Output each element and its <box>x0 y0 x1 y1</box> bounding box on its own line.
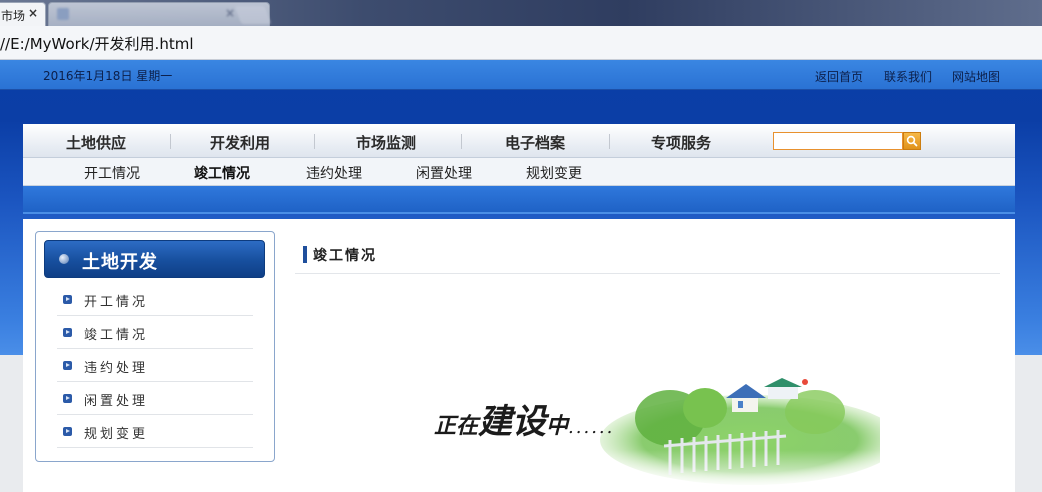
browser-tab-label: 市场 <box>1 9 26 23</box>
home-link[interactable]: 返回首页 <box>815 68 863 85</box>
sidebar-item-start[interactable]: 开工情况 <box>57 283 253 316</box>
nav-item-land-supply[interactable]: 土地供应 <box>66 132 126 153</box>
search-button[interactable] <box>903 132 921 150</box>
address-bar[interactable]: //E:/MyWork/开发利用.html <box>0 26 1042 60</box>
page-title: 竣工情况 <box>313 248 377 264</box>
uc-text-dots: ...... <box>568 417 615 438</box>
arrow-bullet-icon <box>63 394 72 403</box>
subnav-item-start[interactable]: 开工情况 <box>84 163 140 183</box>
uc-text-part2: 建设 <box>478 402 547 442</box>
arrow-bullet-icon <box>63 295 72 304</box>
close-icon[interactable]: × <box>28 6 38 20</box>
under-construction-illustration: 正在建设中...... <box>420 370 880 492</box>
contact-link[interactable]: 联系我们 <box>884 68 932 85</box>
subnav-item-completion[interactable]: 竣工情况 <box>194 163 250 183</box>
nav-item-special-services[interactable]: 专项服务 <box>651 132 711 153</box>
uc-text-part3: 中 <box>546 413 569 439</box>
title-marker <box>303 246 307 263</box>
arrow-bullet-icon <box>63 361 72 370</box>
nav-divider <box>314 134 315 149</box>
nav-item-market-monitoring[interactable]: 市场监测 <box>356 132 416 153</box>
arrow-bullet-icon <box>63 427 72 436</box>
sidebar-item-idle[interactable]: 闲置处理 <box>57 382 253 415</box>
uc-text-part1: 正在 <box>434 413 479 439</box>
browser-tabstrip: × 市场 × <box>0 0 1042 26</box>
nav-item-e-archive[interactable]: 电子档案 <box>505 132 565 153</box>
sidebar-item-label: 竣工情况 <box>84 328 149 343</box>
subnav-item-plan-change[interactable]: 规划变更 <box>526 163 582 183</box>
browser-tab-active[interactable]: 市场 × <box>0 2 46 26</box>
current-date: 2016年1月18日 星期一 <box>43 69 173 83</box>
page-favicon-icon <box>57 8 69 20</box>
sub-nav: 开工情况 竣工情况 违约处理 闲置处理 规划变更 <box>23 158 1015 186</box>
sidebar-item-label: 闲置处理 <box>84 394 149 409</box>
subnav-item-idle[interactable]: 闲置处理 <box>416 163 472 183</box>
sidebar-title: 土地开发 <box>82 252 158 273</box>
arrow-bullet-icon <box>63 328 72 337</box>
address-url[interactable]: //E:/MyWork/开发利用.html <box>0 33 193 54</box>
subnav-item-breach[interactable]: 违约处理 <box>306 163 362 183</box>
sidebar-item-label: 规划变更 <box>84 427 149 442</box>
close-icon[interactable]: × <box>225 6 235 20</box>
top-info-bar: 2016年1月18日 星期一 返回首页 联系我们 网站地图 <box>0 60 1042 90</box>
new-tab-button[interactable] <box>234 6 272 24</box>
sidebar-item-plan-change[interactable]: 规划变更 <box>57 415 253 448</box>
bullet-icon <box>59 254 69 264</box>
under-construction-text: 正在建设中...... <box>434 394 614 443</box>
nav-divider <box>609 134 610 149</box>
sidebar-item-breach[interactable]: 违约处理 <box>57 349 253 382</box>
nav-item-development[interactable]: 开发利用 <box>210 132 270 153</box>
sitemap-link[interactable]: 网站地图 <box>952 68 1000 85</box>
search-icon <box>906 135 918 147</box>
sidebar-item-label: 开工情况 <box>84 295 149 310</box>
nav-divider <box>170 134 171 149</box>
sidebar-item-label: 违约处理 <box>84 361 149 376</box>
banner-strip <box>23 186 1015 214</box>
search-input[interactable] <box>773 132 903 150</box>
sidebar-header: 土地开发 <box>44 240 265 278</box>
nav-divider <box>461 134 462 149</box>
title-divider <box>295 273 1000 274</box>
sidebar-item-completion[interactable]: 竣工情况 <box>57 316 253 349</box>
